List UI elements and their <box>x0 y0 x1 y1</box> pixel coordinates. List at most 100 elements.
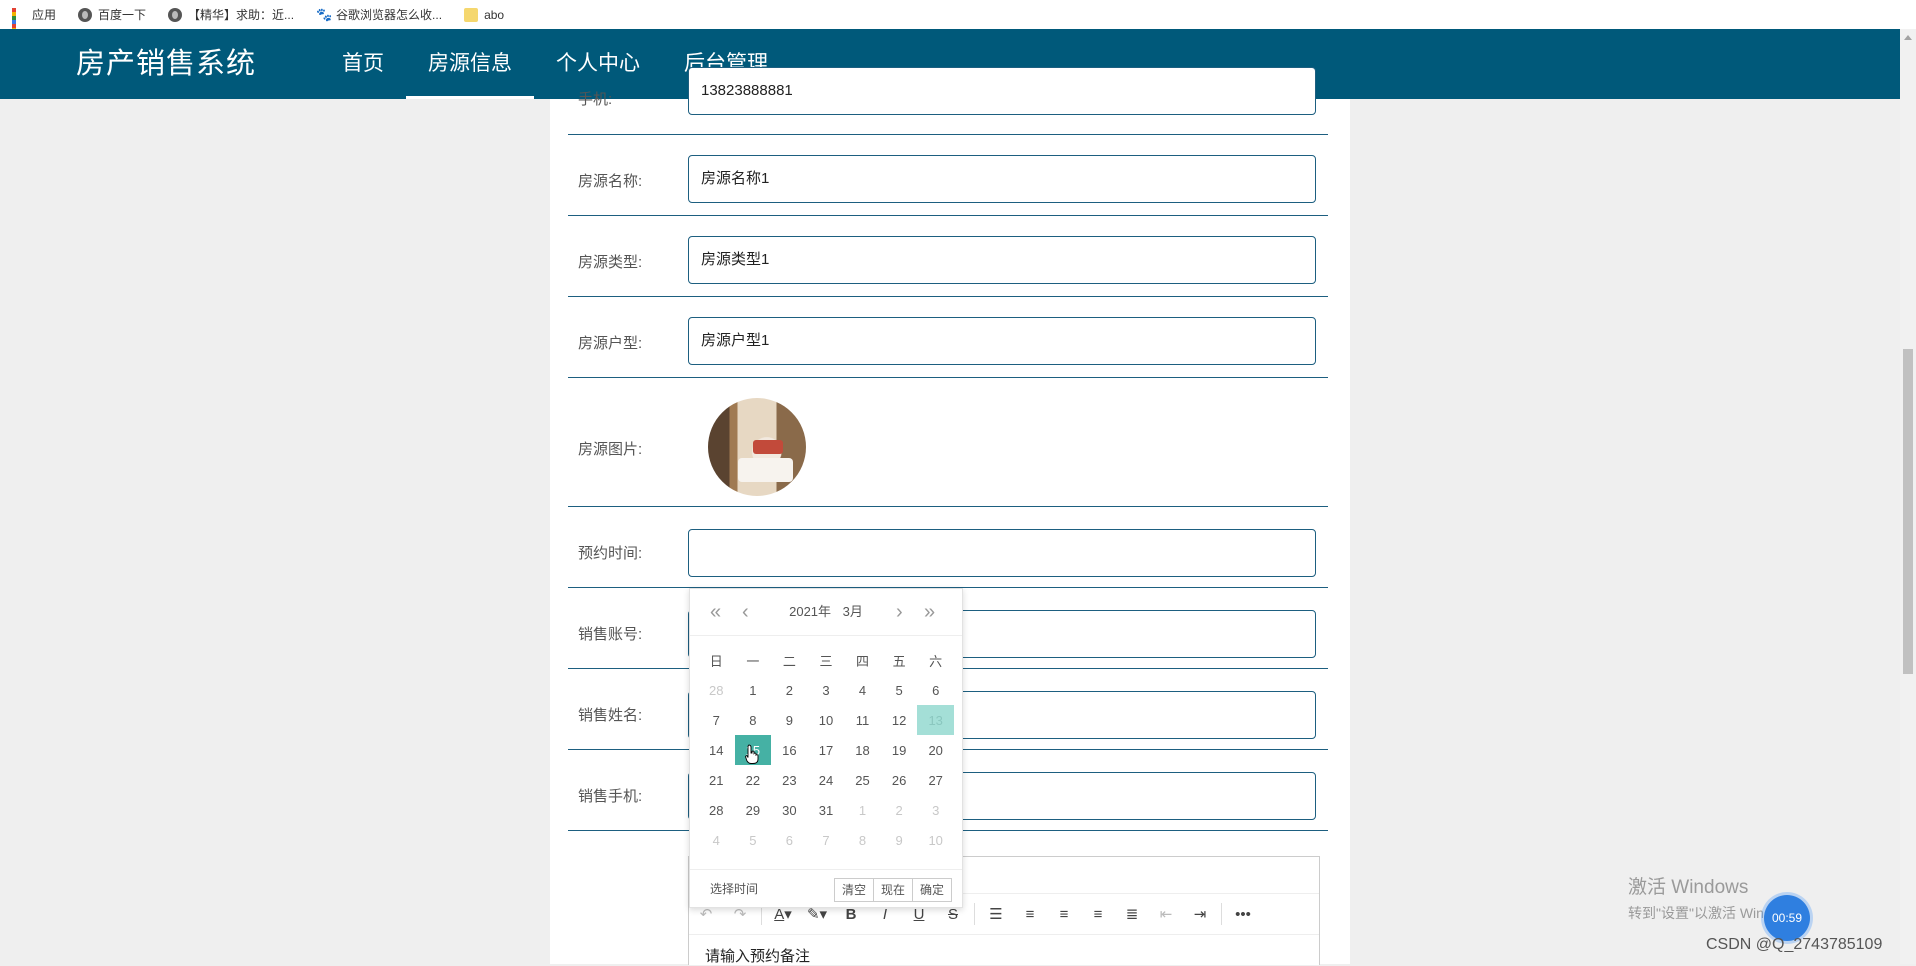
phone-field[interactable]: 13823888881 <box>688 67 1316 115</box>
apps-icon <box>12 7 26 44</box>
underline-icon[interactable]: U <box>902 906 936 923</box>
calendar-day[interactable]: 5 <box>881 675 918 705</box>
nav-listings[interactable]: 房源信息 <box>406 29 534 99</box>
calendar-day[interactable]: 25 <box>844 765 881 795</box>
name-field[interactable]: 房源名称1 <box>688 155 1316 203</box>
calendar-day[interactable]: 9 <box>881 825 918 855</box>
calendar-day[interactable]: 1 <box>735 675 772 705</box>
weekday-row: 日 一 二 三 四 五 六 <box>698 645 954 675</box>
sales-account-label: 销售账号: <box>578 626 643 643</box>
recording-timer[interactable]: 00:59 <box>1764 895 1810 941</box>
prev-year-icon[interactable]: « <box>710 589 721 635</box>
calendar-day[interactable]: 16 <box>771 735 808 765</box>
calendar-day[interactable]: 28 <box>698 675 735 705</box>
calendar-day[interactable]: 17 <box>808 735 845 765</box>
globe-icon <box>168 7 183 22</box>
date-picker: 2021年 3月 « ‹ › » 日 一 二 三 四 五 六 28 1 2 3 <box>689 588 963 908</box>
calendar-day[interactable]: 2 <box>771 675 808 705</box>
calendar-day[interactable]: 23 <box>771 765 808 795</box>
month-select[interactable]: 3月 <box>843 604 863 619</box>
calendar-day[interactable]: 31 <box>808 795 845 825</box>
calendar-day[interactable]: 8 <box>844 825 881 855</box>
calendar-day[interactable]: 1 <box>844 795 881 825</box>
folder-icon <box>464 7 479 22</box>
clear-button[interactable]: 清空 <box>833 878 874 902</box>
calendar-day[interactable]: 28 <box>698 795 735 825</box>
calendar-day[interactable]: 24 <box>808 765 845 795</box>
site-logo[interactable]: 房产销售系统 <box>76 29 256 99</box>
nav-home[interactable]: 首页 <box>320 29 406 99</box>
calendar-day[interactable]: 10 <box>917 825 954 855</box>
calendar-day[interactable]: 21 <box>698 765 735 795</box>
sales-phone-label: 销售手机: <box>578 788 643 805</box>
list-icon[interactable]: ☰ <box>979 905 1013 923</box>
align-left-icon[interactable]: ≡ <box>1013 906 1047 923</box>
row-name: 房源名称: 房源名称1 <box>568 135 1328 216</box>
hand-cursor-icon <box>745 744 759 764</box>
appointment-field[interactable] <box>688 529 1316 577</box>
week-row: 28 29 30 31 1 2 3 <box>698 795 954 825</box>
scrollbar-thumb[interactable] <box>1903 349 1913 674</box>
calendar-day[interactable]: 3 <box>917 795 954 825</box>
scroll-up-arrow-icon[interactable] <box>1904 35 1912 40</box>
prev-month-icon[interactable]: ‹ <box>742 589 749 635</box>
page-scrollbar[interactable] <box>1900 29 1916 964</box>
calendar-day[interactable]: 11 <box>844 705 881 735</box>
weekday: 三 <box>819 653 833 669</box>
listing-image[interactable] <box>708 398 806 496</box>
calendar-day[interactable]: 14 <box>698 735 735 765</box>
bookmark-baidu[interactable]: 百度一下 <box>78 6 146 23</box>
calendar-day[interactable]: 27 <box>917 765 954 795</box>
bookmark-abo[interactable]: abo <box>464 7 504 22</box>
type-field[interactable]: 房源类型1 <box>688 236 1316 284</box>
weekday: 四 <box>856 653 870 669</box>
calendar-day[interactable]: 7 <box>698 705 735 735</box>
more-icon[interactable]: ••• <box>1226 906 1260 923</box>
align-center-icon[interactable]: ≡ <box>1047 906 1081 923</box>
calendar-day[interactable]: 6 <box>917 675 954 705</box>
row-type: 房源类型: 房源类型1 <box>568 216 1328 297</box>
calendar-day[interactable]: 5 <box>735 825 772 855</box>
bookmark-apps[interactable]: 应用 <box>12 6 57 44</box>
calendar-day[interactable]: 8 <box>735 705 772 735</box>
calendar-day[interactable]: 26 <box>881 765 918 795</box>
calendar-day-today[interactable]: 13 <box>917 705 954 735</box>
bookmark-label: 【精华】求助：近... <box>188 8 295 22</box>
calendar-day[interactable]: 4 <box>698 825 735 855</box>
calendar-day[interactable]: 4 <box>844 675 881 705</box>
bookmark-chrome[interactable]: 🐾 谷歌浏览器怎么收... <box>316 6 442 23</box>
outdent-icon[interactable]: ⇤ <box>1149 905 1183 923</box>
indent-icon[interactable]: ⇥ <box>1183 905 1217 923</box>
calendar-day[interactable]: 9 <box>771 705 808 735</box>
next-month-icon[interactable]: › <box>896 589 903 635</box>
layout-field[interactable]: 房源户型1 <box>688 317 1316 365</box>
calendar-day[interactable]: 7 <box>808 825 845 855</box>
strikethrough-icon[interactable]: S <box>936 906 970 923</box>
justify-icon[interactable]: ≣ <box>1115 905 1149 923</box>
calendar-grid: 日 一 二 三 四 五 六 28 1 2 3 4 5 6 7 8 9 10 11… <box>698 645 954 855</box>
calendar-day[interactable]: 29 <box>735 795 772 825</box>
calendar-day[interactable]: 2 <box>881 795 918 825</box>
calendar-day[interactable]: 6 <box>771 825 808 855</box>
select-time-link[interactable]: 选择时间 <box>710 870 758 908</box>
paw-icon: 🐾 <box>316 6 333 22</box>
bookmark-help[interactable]: 【精华】求助：近... <box>168 6 294 23</box>
globe-icon <box>78 7 93 22</box>
calendar-day[interactable]: 19 <box>881 735 918 765</box>
calendar-day[interactable]: 3 <box>808 675 845 705</box>
calendar-day[interactable]: 20 <box>917 735 954 765</box>
next-year-icon[interactable]: » <box>924 589 935 635</box>
calendar-day[interactable]: 30 <box>771 795 808 825</box>
now-button[interactable]: 现在 <box>872 878 913 902</box>
calendar-day[interactable]: 12 <box>881 705 918 735</box>
calendar-day[interactable]: 18 <box>844 735 881 765</box>
calendar-day[interactable]: 10 <box>808 705 845 735</box>
italic-icon[interactable]: I <box>868 906 902 923</box>
bookmark-label: 应用 <box>32 8 57 22</box>
bold-icon[interactable]: B <box>834 906 868 923</box>
align-right-icon[interactable]: ≡ <box>1081 906 1115 923</box>
year-select[interactable]: 2021年 <box>789 604 831 619</box>
confirm-button[interactable]: 确定 <box>911 878 952 902</box>
editor-placeholder[interactable]: 请输入预约备注 <box>705 945 810 966</box>
calendar-day[interactable]: 22 <box>735 765 772 795</box>
